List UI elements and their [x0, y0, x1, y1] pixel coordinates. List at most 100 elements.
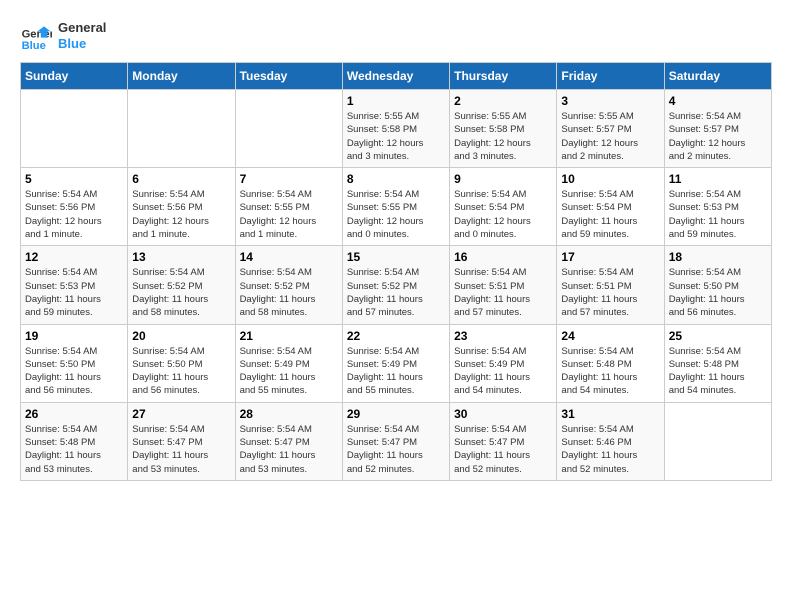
calendar-week-row: 19 Sunrise: 5:54 AM Sunset: 5:50 PM Dayli…: [21, 324, 772, 402]
day-number: 8: [347, 172, 445, 186]
calendar-cell: 7Sunrise: 5:54 AM Sunset: 5:55 PM Daylig…: [235, 168, 342, 246]
day-info: Sunrise: 5:54 AM Sunset: 5:48 PM Dayligh…: [25, 423, 123, 476]
day-number: 26: [25, 407, 123, 421]
day-info: Sunrise: 5:54 AM Sunset: 5:48 PM Dayligh…: [561, 345, 659, 398]
calendar-cell: 12 Sunrise: 5:54 AM Sunset: 5:53 PM Dayli…: [21, 246, 128, 324]
day-number: 3: [561, 94, 659, 108]
calendar-cell: 13 Sunrise: 5:54 AM Sunset: 5:52 PM Dayli…: [128, 246, 235, 324]
day-info: Sunrise: 5:54 AM Sunset: 5:52 PM Dayligh…: [347, 266, 445, 319]
day-number: 29: [347, 407, 445, 421]
day-number: 13: [132, 250, 230, 264]
day-number: 20: [132, 329, 230, 343]
logo: General Blue General Blue: [20, 20, 106, 52]
logo-icon: General Blue: [20, 20, 52, 52]
day-info: Sunrise: 5:54 AM Sunset: 5:56 PM Dayligh…: [25, 188, 123, 241]
day-number: 24: [561, 329, 659, 343]
day-info: Sunrise: 5:54 AM Sunset: 5:55 PM Dayligh…: [347, 188, 445, 241]
calendar-cell: 15 Sunrise: 5:54 AM Sunset: 5:52 PM Dayli…: [342, 246, 449, 324]
day-info: Sunrise: 5:54 AM Sunset: 5:52 PM Dayligh…: [132, 266, 230, 319]
day-info: Sunrise: 5:54 AM Sunset: 5:54 PM Dayligh…: [454, 188, 552, 241]
day-info: Sunrise: 5:54 AM Sunset: 5:51 PM Dayligh…: [561, 266, 659, 319]
day-number: 11: [669, 172, 767, 186]
logo-text: General Blue: [58, 20, 106, 51]
calendar-cell: 30 Sunrise: 5:54 AM Sunset: 5:47 PM Dayli…: [450, 402, 557, 480]
day-number: 31: [561, 407, 659, 421]
day-info: Sunrise: 5:54 AM Sunset: 5:50 PM Dayligh…: [25, 345, 123, 398]
day-info: Sunrise: 5:54 AM Sunset: 5:55 PM Dayligh…: [240, 188, 338, 241]
day-number: 6: [132, 172, 230, 186]
day-number: 10: [561, 172, 659, 186]
calendar-cell: 31 Sunrise: 5:54 AM Sunset: 5:46 PM Dayli…: [557, 402, 664, 480]
calendar-cell: 27 Sunrise: 5:54 AM Sunset: 5:47 PM Dayli…: [128, 402, 235, 480]
day-info: Sunrise: 5:54 AM Sunset: 5:51 PM Dayligh…: [454, 266, 552, 319]
day-info: Sunrise: 5:54 AM Sunset: 5:47 PM Dayligh…: [240, 423, 338, 476]
day-info: Sunrise: 5:54 AM Sunset: 5:49 PM Dayligh…: [454, 345, 552, 398]
day-number: 12: [25, 250, 123, 264]
calendar-cell: [128, 90, 235, 168]
calendar-cell: 11Sunrise: 5:54 AM Sunset: 5:53 PM Dayli…: [664, 168, 771, 246]
day-number: 14: [240, 250, 338, 264]
weekday-header: Saturday: [664, 63, 771, 90]
calendar-cell: 1 Sunrise: 5:55 AM Sunset: 5:58 PM Daylig…: [342, 90, 449, 168]
day-info: Sunrise: 5:54 AM Sunset: 5:56 PM Dayligh…: [132, 188, 230, 241]
day-info: Sunrise: 5:54 AM Sunset: 5:53 PM Dayligh…: [25, 266, 123, 319]
day-info: Sunrise: 5:54 AM Sunset: 5:48 PM Dayligh…: [669, 345, 767, 398]
calendar-cell: 18 Sunrise: 5:54 AM Sunset: 5:50 PM Dayli…: [664, 246, 771, 324]
calendar-cell: 28 Sunrise: 5:54 AM Sunset: 5:47 PM Dayli…: [235, 402, 342, 480]
day-number: 27: [132, 407, 230, 421]
day-number: 1: [347, 94, 445, 108]
day-number: 4: [669, 94, 767, 108]
day-info: Sunrise: 5:54 AM Sunset: 5:50 PM Dayligh…: [669, 266, 767, 319]
weekday-header: Tuesday: [235, 63, 342, 90]
calendar-cell: 23 Sunrise: 5:54 AM Sunset: 5:49 PM Dayli…: [450, 324, 557, 402]
day-info: Sunrise: 5:54 AM Sunset: 5:50 PM Dayligh…: [132, 345, 230, 398]
day-number: 25: [669, 329, 767, 343]
day-number: 17: [561, 250, 659, 264]
day-number: 18: [669, 250, 767, 264]
day-number: 16: [454, 250, 552, 264]
calendar-cell: 20 Sunrise: 5:54 AM Sunset: 5:50 PM Dayli…: [128, 324, 235, 402]
day-info: Sunrise: 5:55 AM Sunset: 5:58 PM Dayligh…: [454, 110, 552, 163]
calendar-cell: 5 Sunrise: 5:54 AM Sunset: 5:56 PM Daylig…: [21, 168, 128, 246]
day-number: 28: [240, 407, 338, 421]
calendar-week-row: 26 Sunrise: 5:54 AM Sunset: 5:48 PM Dayli…: [21, 402, 772, 480]
calendar-cell: 8 Sunrise: 5:54 AM Sunset: 5:55 PM Daylig…: [342, 168, 449, 246]
weekday-header: Sunday: [21, 63, 128, 90]
calendar-week-row: 12 Sunrise: 5:54 AM Sunset: 5:53 PM Dayli…: [21, 246, 772, 324]
weekday-header: Wednesday: [342, 63, 449, 90]
calendar-cell: 14 Sunrise: 5:54 AM Sunset: 5:52 PM Dayli…: [235, 246, 342, 324]
day-number: 23: [454, 329, 552, 343]
day-info: Sunrise: 5:54 AM Sunset: 5:52 PM Dayligh…: [240, 266, 338, 319]
calendar-cell: 21Sunrise: 5:54 AM Sunset: 5:49 PM Dayli…: [235, 324, 342, 402]
calendar-cell: 10 Sunrise: 5:54 AM Sunset: 5:54 PM Dayli…: [557, 168, 664, 246]
day-info: Sunrise: 5:55 AM Sunset: 5:57 PM Dayligh…: [561, 110, 659, 163]
calendar-cell: 25 Sunrise: 5:54 AM Sunset: 5:48 PM Dayli…: [664, 324, 771, 402]
calendar-cell: 17 Sunrise: 5:54 AM Sunset: 5:51 PM Dayli…: [557, 246, 664, 324]
day-number: 19: [25, 329, 123, 343]
day-number: 15: [347, 250, 445, 264]
calendar-cell: [21, 90, 128, 168]
calendar-cell: 29Sunrise: 5:54 AM Sunset: 5:47 PM Dayli…: [342, 402, 449, 480]
weekday-row: SundayMondayTuesdayWednesdayThursdayFrid…: [21, 63, 772, 90]
day-info: Sunrise: 5:54 AM Sunset: 5:47 PM Dayligh…: [132, 423, 230, 476]
page-header: General Blue General Blue: [20, 20, 772, 52]
calendar-cell: 6 Sunrise: 5:54 AM Sunset: 5:56 PM Daylig…: [128, 168, 235, 246]
day-number: 30: [454, 407, 552, 421]
calendar-cell: [235, 90, 342, 168]
weekday-header: Thursday: [450, 63, 557, 90]
day-info: Sunrise: 5:55 AM Sunset: 5:58 PM Dayligh…: [347, 110, 445, 163]
day-info: Sunrise: 5:54 AM Sunset: 5:57 PM Dayligh…: [669, 110, 767, 163]
day-info: Sunrise: 5:54 AM Sunset: 5:46 PM Dayligh…: [561, 423, 659, 476]
day-number: 2: [454, 94, 552, 108]
weekday-header: Monday: [128, 63, 235, 90]
calendar-table: SundayMondayTuesdayWednesdayThursdayFrid…: [20, 62, 772, 481]
calendar-cell: 16 Sunrise: 5:54 AM Sunset: 5:51 PM Dayli…: [450, 246, 557, 324]
day-info: Sunrise: 5:54 AM Sunset: 5:49 PM Dayligh…: [240, 345, 338, 398]
day-info: Sunrise: 5:54 AM Sunset: 5:54 PM Dayligh…: [561, 188, 659, 241]
day-number: 5: [25, 172, 123, 186]
day-info: Sunrise: 5:54 AM Sunset: 5:47 PM Dayligh…: [454, 423, 552, 476]
calendar-cell: 19 Sunrise: 5:54 AM Sunset: 5:50 PM Dayli…: [21, 324, 128, 402]
calendar-week-row: 1 Sunrise: 5:55 AM Sunset: 5:58 PM Daylig…: [21, 90, 772, 168]
calendar-body: 1 Sunrise: 5:55 AM Sunset: 5:58 PM Daylig…: [21, 90, 772, 481]
weekday-header: Friday: [557, 63, 664, 90]
